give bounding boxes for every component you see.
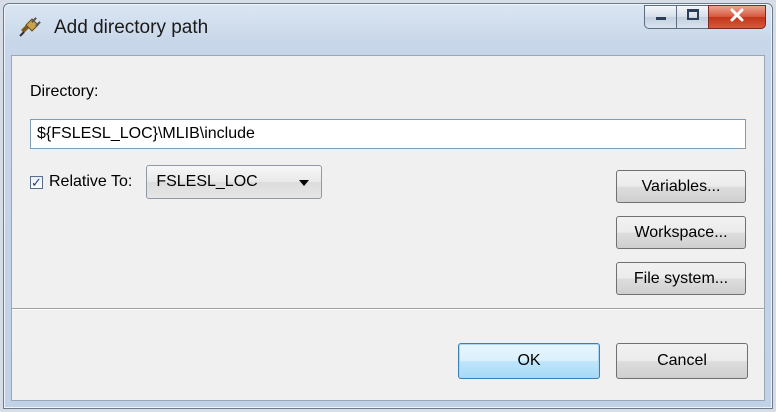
chevron-down-icon: [299, 180, 310, 186]
cancel-button[interactable]: Cancel: [616, 343, 748, 379]
caption-buttons: [644, 5, 766, 31]
checkmark-icon: ✓: [31, 174, 42, 190]
minimize-icon: [654, 8, 668, 26]
variables-button[interactable]: Variables...: [616, 170, 746, 203]
window-title: Add directory path: [54, 17, 209, 38]
dialog-client-area: Directory: ✓ Relative To: FSLESL_LOC Var…: [11, 55, 765, 401]
workspace-button[interactable]: Workspace...: [616, 216, 746, 249]
dialog-window: Add directory path Directory: ${FSLESL_L…: [3, 3, 773, 409]
relative-to-label[interactable]: Relative To:: [49, 173, 132, 191]
directory-label: Directory:: [30, 83, 99, 100]
maximize-icon: [686, 8, 700, 26]
close-icon: [729, 8, 745, 27]
eclipse-plug-icon: [18, 16, 42, 38]
relative-to-selected-value: FSLESL_LOC: [156, 173, 258, 190]
close-button[interactable]: [708, 5, 766, 29]
maximize-button[interactable]: [676, 5, 708, 29]
relative-to-checkbox[interactable]: ✓: [30, 175, 43, 190]
title-bar[interactable]: Add directory path: [4, 4, 772, 54]
ok-button[interactable]: OK: [458, 343, 600, 379]
file-system-button[interactable]: File system...: [616, 262, 746, 295]
relative-to-row: ✓ Relative To: FSLESL_LOC: [30, 165, 323, 199]
directory-input[interactable]: [30, 119, 746, 149]
relative-to-select[interactable]: FSLESL_LOC: [146, 165, 323, 199]
footer-divider: [12, 308, 764, 310]
minimize-button[interactable]: [644, 5, 676, 29]
